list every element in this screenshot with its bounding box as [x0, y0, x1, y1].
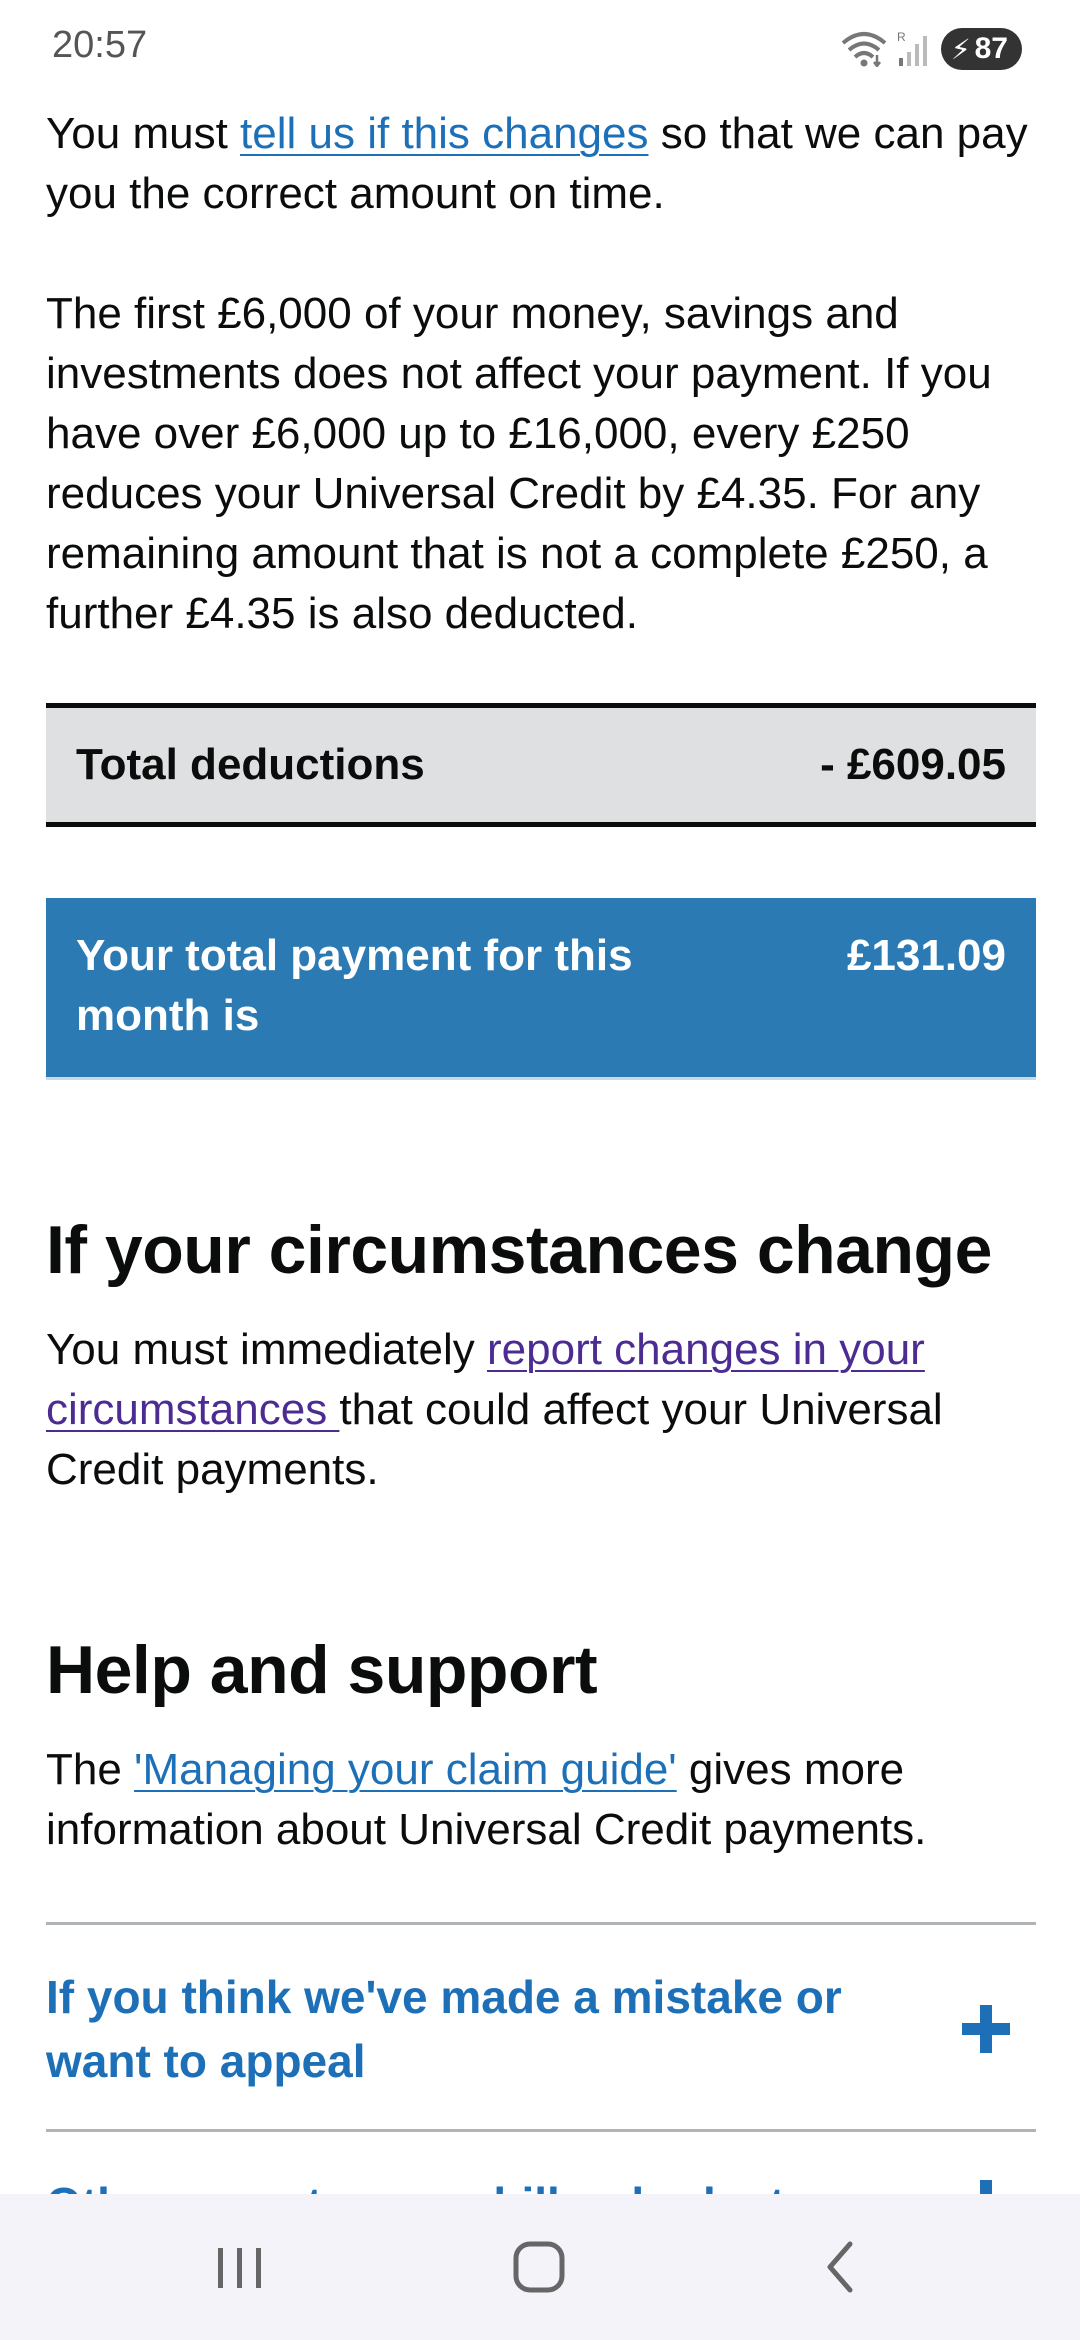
total-payment-panel: Your total payment for this month is £13…: [46, 898, 1036, 1080]
tell-us-if-this-changes-link[interactable]: tell us if this changes: [240, 109, 648, 158]
circumstances-heading: If your circumstances change: [46, 1212, 992, 1288]
roaming-label: R: [897, 30, 906, 44]
battery-level: 87: [974, 32, 1008, 65]
managing-your-claim-guide-link[interactable]: 'Managing your claim guide': [134, 1745, 677, 1794]
status-bar: 20:57 R ⚡ 87: [0, 0, 1080, 100]
accordion-item-appeal[interactable]: If you think we've made a mistake or wan…: [46, 1925, 1036, 2132]
text-fragment: You must: [46, 109, 241, 158]
text-fragment: The: [46, 1745, 135, 1794]
total-payment-value: £131.09: [846, 931, 1006, 980]
total-deductions-label: Total deductions: [76, 740, 425, 789]
total-deductions-row: Total deductions - £609.05: [46, 703, 1036, 827]
total-payment-label: Your total payment for this month is: [76, 931, 633, 1040]
wifi-icon: [841, 31, 887, 67]
battery-indicator: ⚡ 87: [940, 28, 1022, 70]
text-fragment: You must immediately: [46, 1325, 488, 1374]
signal-icon: R: [897, 30, 931, 68]
status-icons: R ⚡ 87: [841, 28, 1022, 70]
back-icon[interactable]: [800, 2234, 880, 2300]
circumstances-paragraph: You must immediately report changes in y…: [46, 1320, 1036, 1500]
screen: 20:57 R ⚡ 87 You must tell us if this ch…: [0, 0, 1080, 2340]
plus-icon[interactable]: [956, 1999, 1016, 2059]
status-time: 20:57: [52, 24, 148, 66]
payment-change-paragraph: You must tell us if this changes so that…: [46, 104, 1036, 224]
help-heading: Help and support: [46, 1632, 598, 1708]
charging-icon: ⚡: [950, 33, 971, 65]
recent-apps-icon[interactable]: [200, 2234, 280, 2300]
home-icon[interactable]: [500, 2234, 580, 2300]
accordion-title[interactable]: If you think we've made a mistake or wan…: [46, 1965, 906, 2093]
navigation-bar: [0, 2194, 1080, 2340]
help-paragraph: The 'Managing your claim guide' gives mo…: [46, 1740, 1036, 1860]
savings-paragraph: The first £6,000 of your money, savings …: [46, 289, 992, 638]
total-deductions-value: - £609.05: [820, 740, 1006, 789]
